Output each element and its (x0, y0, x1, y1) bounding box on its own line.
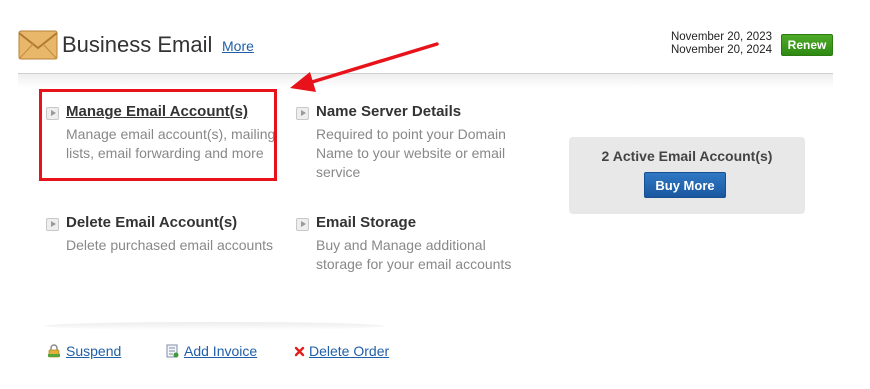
option-description: Buy and Manage additional storage for yo… (316, 237, 512, 272)
option-title[interactable]: Delete Email Account(s) (66, 214, 237, 231)
more-link[interactable]: More (222, 38, 254, 54)
highlight-box (39, 89, 277, 181)
active-accounts-count: 2 Active Email Account(s) (601, 148, 773, 164)
option-description: Required to point your Domain Name to yo… (316, 126, 506, 180)
start-date: November 20, 2023 (670, 31, 772, 43)
delete-order-link[interactable]: Delete Order (309, 343, 389, 359)
option-title[interactable]: Email Storage (316, 214, 416, 231)
buy-more-button[interactable]: Buy More (644, 172, 726, 198)
option-delete-email-accounts[interactable]: Delete Email Account(s) Delete purchased… (46, 214, 286, 264)
option-email-storage[interactable]: Email Storage Buy and Manage additional … (296, 214, 526, 274)
renew-button[interactable]: Renew (781, 34, 833, 56)
red-x-icon (294, 346, 305, 357)
active-accounts-panel: 2 Active Email Account(s) Buy More (569, 137, 805, 214)
end-date: November 20, 2024 (670, 44, 772, 56)
subscription-dates: November 20, 2023 November 20, 2024 (671, 31, 772, 57)
option-description: Delete purchased email accounts (66, 237, 274, 253)
arrow-right-icon (296, 218, 309, 231)
lock-icon (48, 344, 60, 358)
footer-divider (44, 322, 384, 330)
envelope-icon (18, 30, 58, 60)
product-header: Business Email More November 20, 2023 No… (18, 26, 833, 74)
option-title[interactable]: Name Server Details (316, 103, 461, 120)
add-invoice-link[interactable]: Add Invoice (184, 343, 257, 359)
option-name-server-details[interactable]: Name Server Details Required to point yo… (296, 103, 526, 183)
arrow-right-icon (296, 107, 309, 120)
header-shadow (18, 74, 833, 88)
arrow-right-icon (46, 218, 59, 231)
product-title: Business Email (62, 32, 213, 57)
invoice-icon (166, 344, 179, 358)
suspend-link[interactable]: Suspend (66, 343, 121, 359)
